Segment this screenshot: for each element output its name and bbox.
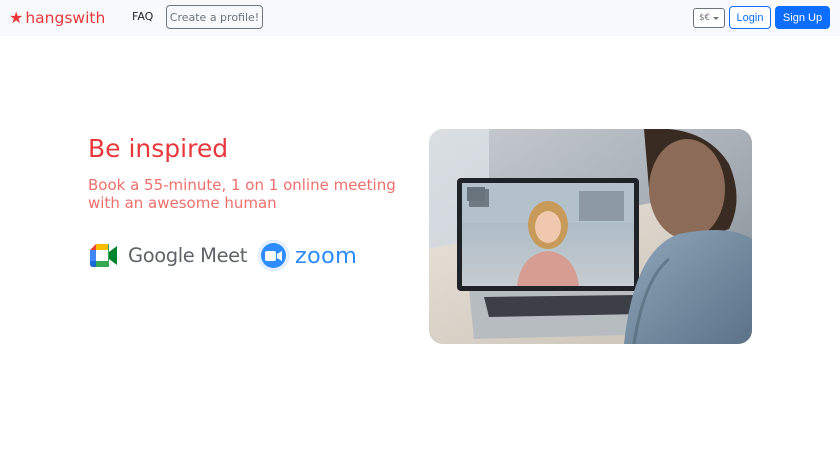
signup-button[interactable]: Sign Up	[775, 6, 830, 29]
zoom-camera-icon	[258, 240, 289, 271]
login-button[interactable]: Login	[729, 6, 771, 29]
caret-down-icon	[712, 16, 719, 20]
currency-label: $€	[699, 13, 710, 23]
hero-video-call-photo	[429, 129, 752, 344]
hero-title: Be inspired	[88, 134, 229, 163]
google-meet-text: Google Meet	[128, 244, 248, 267]
google-meet-logo: Google Meet	[90, 244, 247, 267]
video-call-illustration	[429, 129, 752, 344]
create-profile-button[interactable]: Create a profile!	[166, 5, 263, 29]
zoom-text: zoom	[295, 242, 358, 269]
zoom-logo: zoom	[258, 240, 357, 271]
star-icon: ★	[9, 8, 24, 27]
google-meet-icon	[90, 244, 117, 267]
nav-faq-link[interactable]: FAQ	[132, 10, 153, 23]
navbar: ★ hangswith FAQ Create a profile! $€ Log…	[0, 0, 840, 36]
currency-dropdown[interactable]: $€	[693, 8, 725, 28]
brand-logo[interactable]: ★ hangswith	[9, 7, 105, 29]
brand-name: hangswith	[25, 9, 106, 27]
hero-subtitle: Book a 55-minute, 1 on 1 online meeting …	[88, 176, 396, 212]
